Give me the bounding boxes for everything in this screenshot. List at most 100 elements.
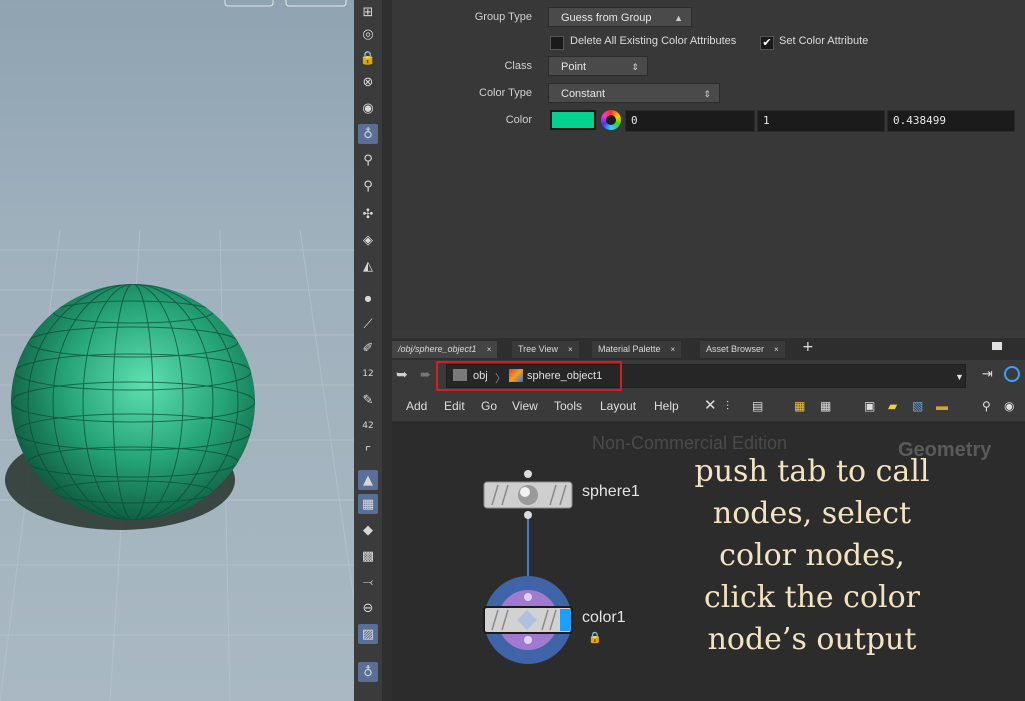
color1-output-port <box>524 636 532 644</box>
parameter-panel: Group Type Guess from Group ▲ Delete All… <box>392 0 1025 330</box>
select-icon[interactable]: ⊞ <box>358 2 378 22</box>
shading-icon[interactable]: ◈ <box>358 230 378 250</box>
color-wheel-icon[interactable] <box>601 110 621 130</box>
node-name-sphere1[interactable]: sphere1 <box>582 483 640 501</box>
viewport-toolbar: ⊞ ◎ 🔒 ⊗ ◉ ♁ ⚲ ⚲ ✣ ◈ ◭ ● ⟋ ✐ 12 ✎ 42 ⌜ ▲ … <box>354 0 383 701</box>
close-icon[interactable]: × <box>671 345 676 354</box>
mountain-icon[interactable]: ▲ <box>358 470 378 490</box>
tree-icon[interactable]: ⫶ <box>726 399 729 414</box>
sphere1-output-port <box>524 511 532 519</box>
view-eye-icon[interactable]: ◎ <box>358 24 378 44</box>
light-add-icon[interactable]: ⚲ <box>358 150 378 170</box>
close-icon[interactable]: × <box>487 345 492 354</box>
eye-icon[interactable]: ◉ <box>1004 399 1014 413</box>
pen-icon[interactable]: ✐ <box>358 338 378 358</box>
circle-icon[interactable]: ⊖ <box>358 598 378 618</box>
badge-twelve: 12 <box>362 369 374 379</box>
tools-icon[interactable]: ✕ <box>704 396 717 414</box>
display-icon[interactable]: ▣ <box>864 399 875 413</box>
menu-edit[interactable]: Edit <box>444 399 465 413</box>
badge-forty-two: 42 <box>362 421 374 431</box>
delete-attrs-checkbox[interactable] <box>550 36 564 50</box>
color1-display-flag <box>560 609 571 631</box>
pane-tab-bar: /obj/sphere_object1 × Tree View × Material… <box>392 338 1025 360</box>
path-dropdown-icon[interactable]: ▼ <box>955 372 964 382</box>
lock-icon[interactable]: 🔒 <box>358 48 378 68</box>
close-icon[interactable]: × <box>568 345 573 354</box>
highlight-box <box>436 361 622 391</box>
menu-go[interactable]: Go <box>481 399 497 413</box>
light-bulb-icon[interactable]: ♁ <box>358 124 378 144</box>
numbered-icon[interactable]: 42 <box>358 416 378 436</box>
updown-icon: ⇕ <box>703 89 711 99</box>
bulb-icon[interactable]: ♁ <box>358 662 378 682</box>
list-icon[interactable]: ▤ <box>752 399 763 413</box>
add-tab-button[interactable]: + <box>802 339 814 355</box>
snap-icon[interactable]: ⊗ <box>358 72 378 92</box>
tab-network[interactable]: /obj/sphere_object1 × <box>392 341 498 358</box>
paint-icon[interactable]: ✎ <box>358 390 378 410</box>
diamond-icon[interactable]: ◆ <box>358 520 378 540</box>
updown-icon: ▲ <box>674 13 683 23</box>
color-type-menu[interactable]: Constant ⇕ <box>548 83 720 103</box>
set-color-attr-checkbox[interactable]: ✔ <box>760 36 774 50</box>
close-icon[interactable]: × <box>774 345 779 354</box>
3d-viewport[interactable] <box>0 0 354 701</box>
viewport-scene <box>0 0 354 701</box>
network-menubar: Add Edit Go View Tools Layout Help ✕ ⫶ ▤… <box>392 391 1025 421</box>
link-icon[interactable] <box>1004 366 1020 382</box>
checker-icon[interactable]: ▦ <box>358 494 378 514</box>
group-type-menu[interactable]: Guess from Group ▲ <box>548 7 692 27</box>
network-editor[interactable]: Non-Commercial Edition Geometry sphere1 … <box>392 421 1025 701</box>
color-type-label: Color Type <box>479 87 532 99</box>
tab-material-palette[interactable]: Material Palette × <box>592 341 682 358</box>
menu-help[interactable]: Help <box>654 399 679 413</box>
search-icon[interactable]: ⚲ <box>982 399 991 413</box>
menu-tools[interactable]: Tools <box>554 399 582 413</box>
group-type-label: Group Type <box>474 11 532 23</box>
color-g-field[interactable]: 1 <box>757 110 885 132</box>
grid-icon[interactable]: ▩ <box>358 546 378 566</box>
lock-icon: 🔒 <box>588 631 602 644</box>
class-label: Class <box>504 60 532 72</box>
brush-icon[interactable]: ⟋ <box>358 314 378 334</box>
forward-arrow-icon[interactable]: ➨ <box>420 367 432 383</box>
corner-icon[interactable]: ⌜ <box>358 442 378 462</box>
box-icon[interactable]: ▬ <box>936 399 948 413</box>
pane-divider[interactable] <box>382 0 392 701</box>
color-b-field[interactable]: 0.438499 <box>887 110 1015 132</box>
sticky-note-icon[interactable]: ▰ <box>888 399 897 413</box>
image-icon[interactable]: ▧ <box>912 399 923 413</box>
palette-icon[interactable]: ▦ <box>794 399 805 413</box>
set-color-attr-label: Set Color Attribute <box>779 35 869 47</box>
pin-icon[interactable]: ⇥ <box>982 367 993 382</box>
light-link-icon[interactable]: ⚲ <box>358 176 378 196</box>
point-icon[interactable]: ● <box>358 288 378 308</box>
color-type-value: Constant <box>561 88 606 100</box>
render-icon[interactable]: ◭ <box>358 256 378 276</box>
class-menu[interactable]: Point ⇕ <box>548 56 648 76</box>
pane-menu-icon[interactable] <box>992 342 1002 350</box>
camera-icon[interactable]: ◉ <box>358 98 378 118</box>
axes-icon[interactable]: ⤙ <box>358 572 378 592</box>
color-label: Color <box>505 114 532 126</box>
color-r-field[interactable]: 0 <box>625 110 755 132</box>
tab-label: Asset Browser <box>706 344 765 354</box>
tab-asset-browser[interactable]: Asset Browser × <box>700 341 785 358</box>
image-icon[interactable]: ▨ <box>358 624 378 644</box>
menu-layout[interactable]: Layout <box>600 399 636 413</box>
tab-tree-view[interactable]: Tree View × <box>512 341 579 358</box>
color-swatch[interactable] <box>550 110 596 130</box>
delete-attrs-label: Delete All Existing Color Attributes <box>570 35 737 47</box>
sphere1-input-port <box>524 470 532 478</box>
color1-input-port <box>524 593 532 601</box>
menu-view[interactable]: View <box>512 399 538 413</box>
transform-icon[interactable]: ✣ <box>358 204 378 224</box>
back-arrow-icon[interactable]: ➥ <box>396 367 408 383</box>
node-name-color1[interactable]: color1 <box>582 609 626 627</box>
sphere-mesh <box>11 284 255 520</box>
number-icon[interactable]: 12 <box>358 364 378 384</box>
class-value: Point <box>561 61 587 73</box>
grid-view-icon[interactable]: ▦ <box>820 399 831 413</box>
menu-add[interactable]: Add <box>406 399 427 413</box>
